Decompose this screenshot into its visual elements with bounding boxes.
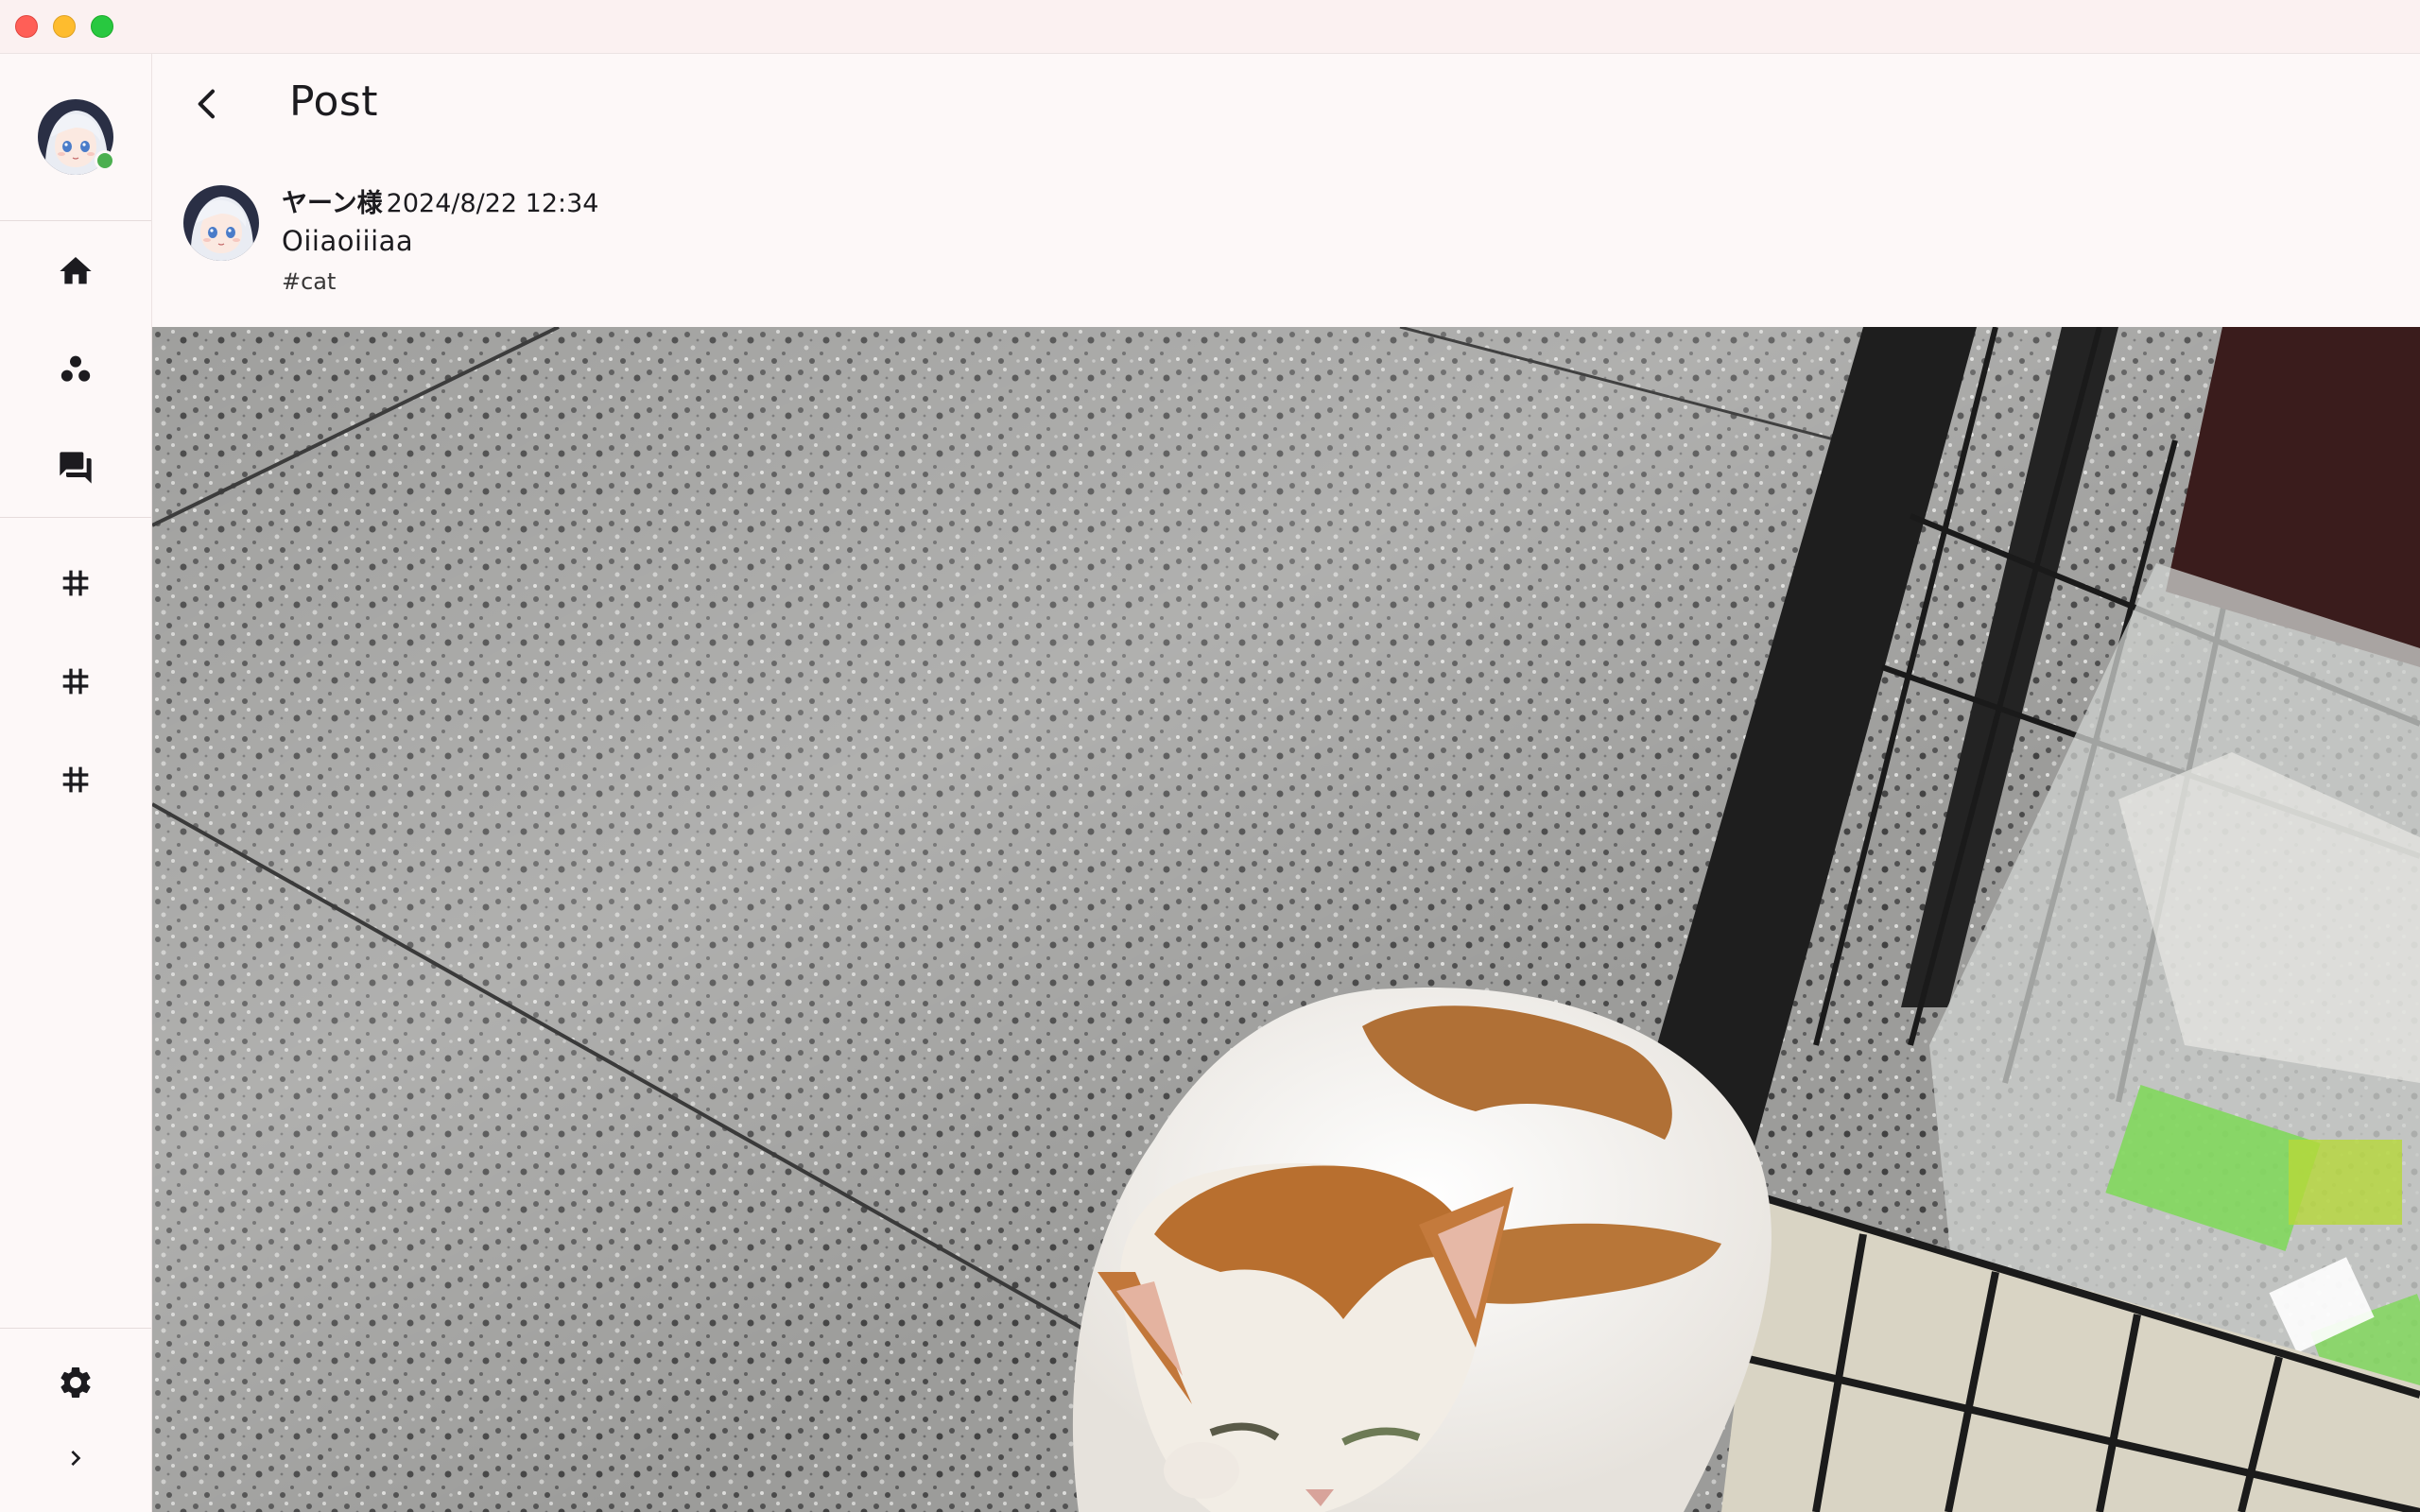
sidebar-item-channel-1[interactable] xyxy=(53,560,98,606)
gear-icon xyxy=(60,1367,91,1398)
post-text: Oiiaoiiiaa xyxy=(282,225,414,257)
settings-button[interactable] xyxy=(53,1360,98,1405)
sidebar-item-channel-2[interactable] xyxy=(53,659,98,704)
sidebar-item-chats[interactable] xyxy=(53,445,98,490)
post-image[interactable] xyxy=(152,327,2420,1512)
minimize-window-button[interactable] xyxy=(53,15,76,38)
post-tag-link[interactable]: #cat xyxy=(282,268,336,295)
hashtag-icon xyxy=(62,766,89,793)
sidebar-item-channel-3[interactable] xyxy=(53,757,98,802)
sidebar-divider xyxy=(0,220,151,221)
close-window-button[interactable] xyxy=(15,15,38,38)
chat-icon xyxy=(60,452,92,484)
author-avatar[interactable] xyxy=(183,185,259,261)
post-timestamp: 2024/8/22 12:34 xyxy=(386,189,599,218)
sidebar-divider xyxy=(0,1328,151,1329)
sidebar-item-communities[interactable] xyxy=(53,347,98,392)
sidebar-item-home[interactable] xyxy=(53,249,98,294)
cat-photo xyxy=(152,327,2420,1512)
page-title: Post xyxy=(289,77,379,126)
chevron-left-icon xyxy=(198,89,215,119)
hashtag-icon xyxy=(62,668,89,695)
communities-icon xyxy=(60,355,91,382)
post-meta: ヤーン様 2024/8/22 12:34 xyxy=(282,187,599,221)
online-status-indicator xyxy=(95,150,115,171)
post-author[interactable]: ヤーン様 xyxy=(282,189,383,218)
expand-sidebar-button[interactable] xyxy=(53,1435,98,1481)
home-icon xyxy=(60,257,92,284)
maximize-window-button[interactable] xyxy=(91,15,113,38)
hashtag-icon xyxy=(62,570,89,596)
sidebar xyxy=(0,54,152,1512)
app-window: Post ヤーン様 2024/8/22 12:34 Oiiaoiiiaa #ca… xyxy=(0,0,2420,1512)
chevron-right-icon xyxy=(71,1451,81,1466)
avatar xyxy=(183,185,259,261)
profile-avatar-button[interactable] xyxy=(38,99,115,175)
sidebar-divider xyxy=(0,517,151,518)
title-bar[interactable] xyxy=(0,0,2420,54)
back-button[interactable] xyxy=(185,81,231,127)
